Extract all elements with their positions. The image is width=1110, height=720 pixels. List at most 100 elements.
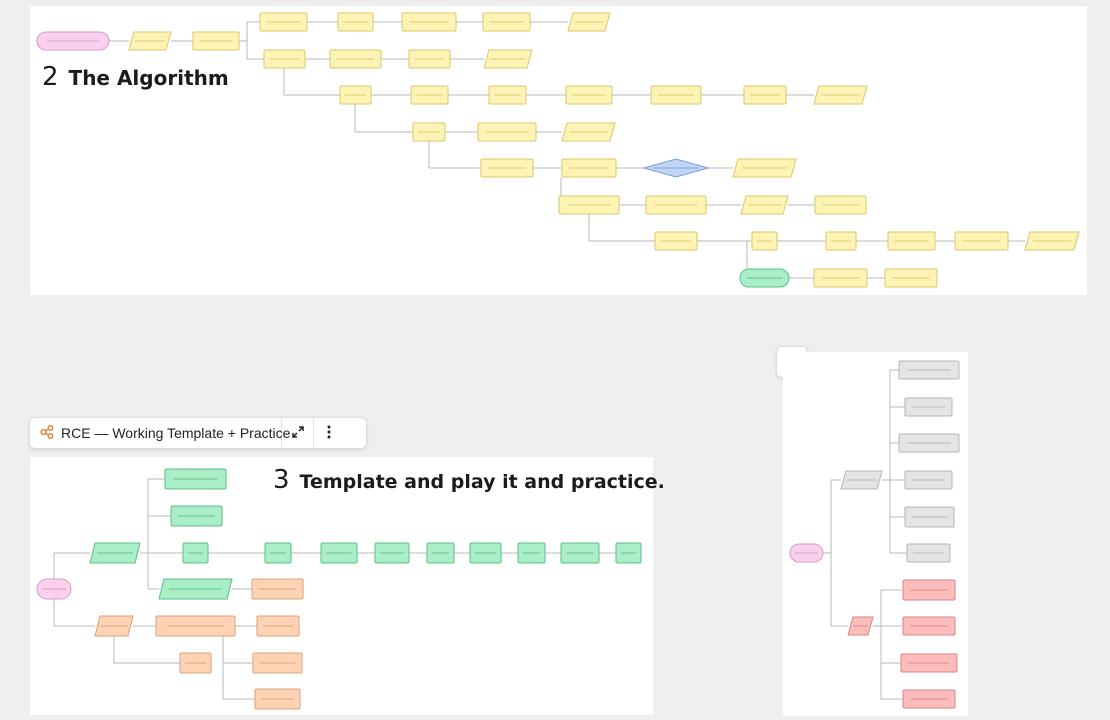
flow-node[interactable] [517, 542, 546, 564]
flow-node[interactable] [339, 85, 372, 105]
flow-node[interactable] [884, 268, 938, 288]
algorithm-heading: 2 The Algorithm [42, 62, 229, 92]
connector-line [882, 479, 905, 518]
flow-node[interactable] [179, 652, 212, 674]
flow-node[interactable] [89, 542, 141, 564]
template-heading: 3 Template and play it and practice. [273, 465, 665, 495]
template-board [30, 457, 653, 715]
flow-node[interactable] [480, 158, 534, 178]
flow-node[interactable] [743, 85, 787, 105]
flow-node[interactable] [329, 49, 382, 69]
flow-node[interactable] [337, 12, 374, 32]
section-number: 2 [42, 62, 59, 92]
flow-node[interactable] [374, 542, 410, 564]
flow-node[interactable] [488, 85, 527, 105]
flow-node[interactable] [732, 158, 797, 178]
frame-title: RCE — Working Template + Practice [61, 425, 291, 441]
expand-button[interactable] [282, 418, 314, 448]
flow-node[interactable] [847, 616, 874, 636]
flow-node[interactable] [904, 397, 953, 417]
algorithm-flowchart[interactable] [30, 6, 1087, 295]
section-number: 3 [273, 465, 290, 495]
flow-node[interactable] [906, 543, 951, 563]
connector-line [873, 589, 903, 627]
flow-node[interactable] [263, 49, 306, 69]
flow-node[interactable] [650, 85, 702, 105]
flow-node[interactable] [251, 578, 304, 600]
flow-node[interactable] [170, 505, 223, 527]
flow-node[interactable] [558, 195, 620, 215]
flow-node[interactable] [887, 231, 936, 251]
flow-node[interactable] [426, 542, 455, 564]
connector-layer [823, 369, 907, 700]
flow-node[interactable] [813, 268, 868, 288]
flow-node[interactable] [410, 85, 449, 105]
flow-node[interactable] [825, 231, 857, 251]
flow-node[interactable] [320, 542, 358, 564]
connector-line [882, 442, 899, 481]
flow-node[interactable] [401, 12, 457, 32]
flow-node[interactable] [155, 615, 236, 637]
side-flowchart[interactable] [783, 352, 968, 716]
flow-node[interactable] [654, 231, 698, 251]
flow-node[interactable] [789, 543, 824, 563]
connector-line [239, 40, 264, 60]
frame-title-button[interactable]: RCE — Working Template + Practice [30, 418, 290, 448]
flow-node[interactable] [645, 195, 707, 215]
flow-node[interactable] [164, 468, 227, 490]
flow-node[interactable] [482, 12, 531, 32]
more-vertical-icon [327, 425, 331, 442]
flow-node[interactable] [256, 615, 300, 637]
algorithm-board [30, 6, 1087, 295]
flow-node[interactable] [567, 12, 611, 32]
flow-node[interactable] [840, 470, 883, 490]
more-button[interactable] [314, 418, 344, 448]
flow-node[interactable] [902, 579, 956, 601]
connector-line [140, 515, 171, 554]
flow-node[interactable] [477, 122, 537, 142]
flow-node[interactable] [898, 433, 960, 453]
flow-node[interactable] [469, 542, 502, 564]
flow-node[interactable] [740, 195, 789, 215]
flow-node[interactable] [902, 689, 956, 709]
flow-node[interactable] [902, 616, 956, 636]
template-flowchart[interactable] [30, 457, 653, 715]
flow-node[interactable] [94, 615, 134, 637]
side-board [783, 352, 968, 716]
flow-node[interactable] [259, 12, 308, 32]
flow-node[interactable] [36, 31, 110, 51]
flow-node[interactable] [192, 31, 240, 51]
flow-node[interactable] [408, 49, 451, 69]
flow-node[interactable] [814, 195, 867, 215]
flow-node[interactable] [904, 470, 953, 490]
flow-node[interactable] [561, 158, 617, 178]
flow-node[interactable] [560, 542, 600, 564]
flow-node[interactable] [264, 542, 292, 564]
flow-node[interactable] [1024, 231, 1080, 251]
flow-node[interactable] [900, 653, 958, 673]
frame-toolbar: RCE — Working Template + Practice [29, 417, 367, 449]
flow-node[interactable] [252, 652, 303, 674]
flow-node[interactable] [615, 542, 642, 564]
flow-node[interactable] [254, 688, 301, 710]
flow-node[interactable] [904, 506, 955, 528]
flow-node[interactable] [128, 31, 172, 51]
flow-node[interactable] [36, 578, 72, 600]
flow-node[interactable] [565, 85, 613, 105]
flow-node[interactable] [158, 578, 233, 600]
section-title: The Algorithm [68, 66, 229, 90]
connector-layer [53, 478, 616, 700]
connector-line [823, 479, 841, 554]
flow-node[interactable] [642, 158, 710, 178]
flow-node[interactable] [739, 268, 790, 288]
flow-node[interactable] [898, 360, 960, 380]
flow-node[interactable] [751, 231, 778, 251]
flow-node[interactable] [813, 85, 868, 105]
flow-node[interactable] [483, 49, 533, 69]
flow-node[interactable] [561, 122, 616, 142]
connector-line [873, 625, 901, 664]
mindmap-icon [40, 424, 54, 442]
flow-node[interactable] [954, 231, 1009, 251]
flow-node[interactable] [412, 122, 446, 142]
flow-node[interactable] [182, 542, 209, 564]
